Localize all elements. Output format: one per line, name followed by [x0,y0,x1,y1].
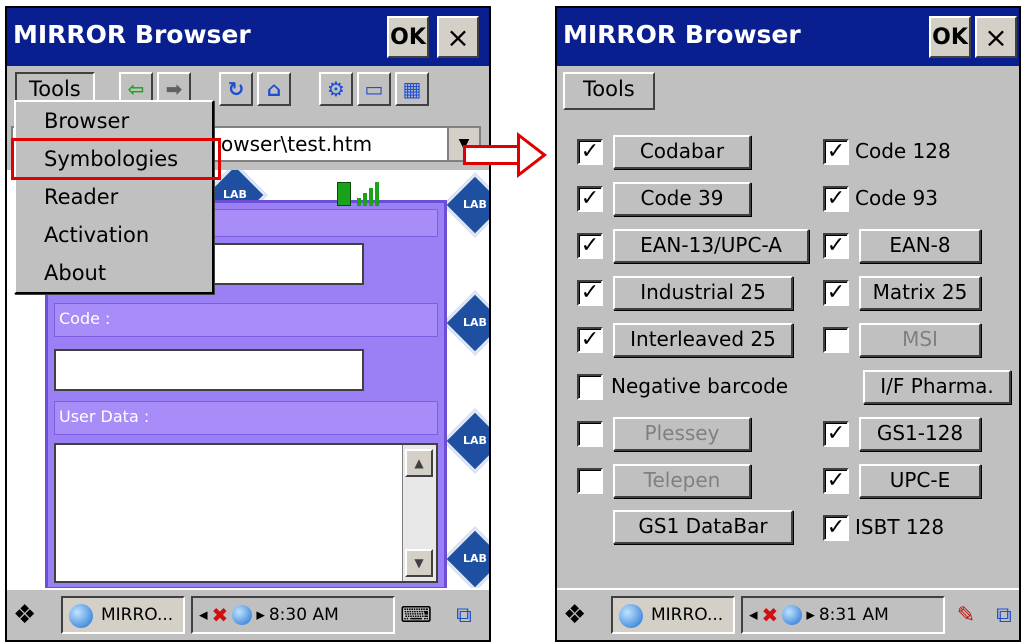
tray-arrow-icon: ◂ [749,605,758,625]
if-pharma-button[interactable]: I/F Pharma. [863,370,1011,404]
negative-barcode-checkbox[interactable] [577,374,603,400]
code-input-field[interactable] [54,349,364,391]
menu-item-about[interactable]: About [16,254,212,292]
tray-arrow-icon: ◂ [199,605,208,625]
msi-button: MSI [859,323,981,357]
codabar-button[interactable]: Codabar [613,135,751,169]
window-title: MIRROR Browser [13,20,251,49]
network-off-icon[interactable]: ✖ [762,603,779,627]
tray-arrow-icon: ▸ [256,605,265,625]
browser-globe-icon [619,604,643,628]
plessey-checkbox[interactable] [577,421,603,447]
code128-checkbox[interactable]: ✓ [823,139,849,165]
pen-input-icon[interactable]: ✎ [949,598,983,632]
user-data-label: User Data : [54,401,438,435]
start-windows-icon[interactable]: ❖ [13,600,36,630]
industrial25-checkbox[interactable]: ✓ [577,280,603,306]
code93-label: Code 93 [855,186,939,210]
lab-logo-icon: LAB [442,408,489,474]
scroll-up-icon[interactable]: ▲ [405,449,433,477]
keyboard-input-icon[interactable]: ⌨ [399,598,433,632]
interleaved25-checkbox[interactable]: ✓ [577,327,603,353]
symbologies-highlight [11,138,221,180]
title-bar: MIRROR Browser OK × [557,8,1019,66]
battery-icon [337,182,351,206]
system-tray: ◂ ✖ ▸ 8:31 AM [741,596,945,634]
telepen-button: Telepen [613,464,751,498]
settings-icon[interactable]: ⚙ [319,72,353,106]
lab-logo-icon: LAB [442,290,489,356]
isbt128-label: ISBT 128 [855,515,945,539]
grid-icon[interactable]: ▦ [395,72,429,106]
clock[interactable]: 8:30 AM [269,605,339,625]
home-icon[interactable]: ⌂ [257,72,291,106]
code39-checkbox[interactable]: ✓ [577,186,603,212]
clock[interactable]: 8:31 AM [819,605,889,625]
isbt128-checkbox[interactable]: ✓ [823,515,849,541]
ean8-checkbox[interactable]: ✓ [823,233,849,259]
title-bar: MIRROR Browser OK × [7,8,489,66]
signal-strength-icon [357,180,379,206]
windows-switch-icon[interactable]: ⧉ [447,598,481,632]
taskbar-app-button[interactable]: MIRRO... [611,596,735,634]
matrix25-checkbox[interactable]: ✓ [823,280,849,306]
close-button[interactable]: × [975,16,1017,58]
ean13-upca-button[interactable]: EAN-13/UPC-A [613,229,809,263]
code39-button[interactable]: Code 39 [613,182,751,216]
keyboard-icon[interactable]: ▭ [357,72,391,106]
tools-dropdown-menu: Browser Symbologies Reader Activation Ab… [11,100,221,294]
plessey-button: Plessey [613,417,751,451]
interleaved25-button[interactable]: Interleaved 25 [613,323,793,357]
ean13-checkbox[interactable]: ✓ [577,233,603,259]
taskbar-app-label: MIRRO... [101,605,174,625]
taskbar: ❖ MIRRO... ◂ ✖ ▸ 8:30 AM ⌨ ⧉ [7,588,489,640]
ean8-button[interactable]: EAN-8 [859,229,981,263]
matrix25-button[interactable]: Matrix 25 [859,276,981,310]
tray-arrow-icon: ▸ [806,605,815,625]
taskbar-app-label: MIRRO... [651,605,724,625]
msi-checkbox[interactable] [823,327,849,353]
browser-globe-icon [69,604,93,628]
lab-logo-icon: LAB [442,526,489,588]
left-device-screen: MIRROR Browser OK × Tools ⇦ ➡ ↻ ⌂ ⚙ ▭ ▦ … [5,6,491,642]
globe-icon[interactable] [232,605,253,625]
menu-item-activation[interactable]: Activation [16,216,212,254]
arrow-body [463,145,521,165]
textarea-scrollbar[interactable]: ▲ ▼ [402,445,436,581]
upce-checkbox[interactable]: ✓ [823,468,849,494]
codabar-checkbox[interactable]: ✓ [577,139,603,165]
menu-item-reader[interactable]: Reader [16,178,212,216]
network-off-icon[interactable]: ✖ [212,603,229,627]
start-windows-icon[interactable]: ❖ [563,600,586,630]
code128-label: Code 128 [855,139,951,163]
user-data-textarea[interactable]: ▲ ▼ [54,443,438,583]
negative-barcode-label: Negative barcode [611,374,789,398]
globe-icon[interactable] [782,605,803,625]
refresh-icon[interactable]: ↻ [219,72,253,106]
ok-button[interactable]: OK [929,16,971,58]
taskbar: ❖ MIRRO... ◂ ✖ ▸ 8:31 AM ✎ ⧉ [557,588,1019,640]
lab-logo-icon: LAB [442,172,489,238]
gs1-128-checkbox[interactable]: ✓ [823,421,849,447]
window-title: MIRROR Browser [563,20,801,49]
telepen-checkbox[interactable] [577,468,603,494]
system-tray: ◂ ✖ ▸ 8:30 AM [191,596,395,634]
close-button[interactable]: × [437,16,479,58]
gs1-databar-button[interactable]: GS1 DataBar [613,510,793,544]
ok-button[interactable]: OK [387,16,429,58]
code-label: Code : [54,303,438,337]
right-device-screen: MIRROR Browser OK × Tools ✓ Codabar ✓ Co… [555,6,1021,642]
windows-switch-icon[interactable]: ⧉ [987,598,1019,632]
scroll-down-icon[interactable]: ▼ [405,549,433,577]
upce-button[interactable]: UPC-E [859,464,981,498]
taskbar-app-button[interactable]: MIRRO... [61,596,185,634]
tools-menu-button[interactable]: Tools [563,72,655,110]
code93-checkbox[interactable]: ✓ [823,186,849,212]
gs1-128-button[interactable]: GS1-128 [859,417,981,451]
industrial25-button[interactable]: Industrial 25 [613,276,793,310]
menu-item-browser[interactable]: Browser [16,102,212,140]
